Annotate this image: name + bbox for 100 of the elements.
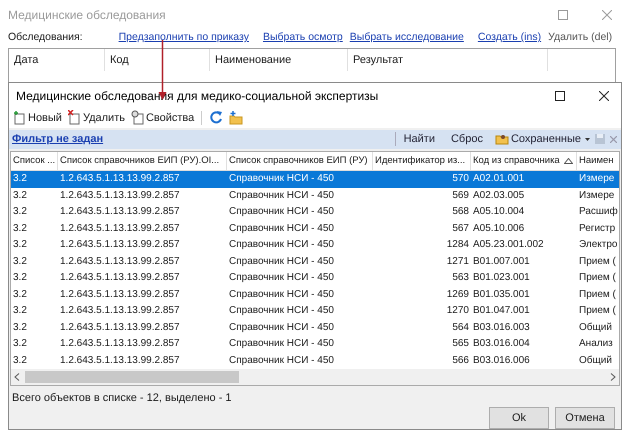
table-row[interactable]: 3.2 1.2.643.5.1.13.13.99.2.857 Справочник НСИ - 450 565 B03.016.004 Анализ	[11, 336, 619, 353]
table-cell: Регистр	[579, 222, 616, 234]
table-cell: 3.2	[13, 272, 27, 284]
maximize-icon	[555, 90, 565, 101]
table-row[interactable]: 3.2 1.2.643.5.1.13.13.99.2.857 Справочник НСИ - 450 569 A02.03.005 Измере	[11, 188, 619, 204]
table-cell: A02.01.001	[473, 173, 524, 184]
toolbar-button[interactable]: Свойства	[128, 108, 196, 127]
table-cell: 1.2.643.5.1.13.13.99.2.857	[60, 305, 180, 316]
table-cell: A05.10.006	[473, 222, 524, 234]
filter-button[interactable]: Найти	[396, 131, 443, 148]
table-cell: 564	[452, 322, 469, 333]
link[interactable]: Предзаполнить по приказу	[118, 30, 249, 46]
scrollbar-thumb[interactable]	[25, 371, 239, 384]
table-cell: Измере	[579, 173, 614, 184]
table-cell: Справочник НСИ - 450	[229, 322, 334, 333]
table-row[interactable]: 3.2 1.2.643.5.1.13.13.99.2.857 Справочник НСИ - 450 1271 B01.007.001 Прием (	[11, 254, 619, 270]
table-cell: 1.2.643.5.1.13.13.99.2.857	[60, 288, 180, 300]
table-cell: 1.2.643.5.1.13.13.99.2.857	[60, 272, 180, 284]
status-text: Всего объектов в списке - 12, выделено - 1	[12, 392, 232, 404]
column-header[interactable]: Список ...	[11, 152, 58, 170]
column-header[interactable]: Результат	[348, 54, 404, 66]
table-row[interactable]: 3.2 1.2.643.5.1.13.13.99.2.857 Справочник НСИ - 450 1269 B01.035.001 Прием (	[11, 286, 619, 304]
table-cell: Справочник НСИ - 450	[229, 239, 334, 250]
table-cell: 1.2.643.5.1.13.13.99.2.857	[60, 322, 180, 333]
table-cell: B01.023.001	[473, 272, 530, 284]
table-cell: 1271	[446, 256, 469, 267]
table-cell: B03.016.006	[473, 354, 530, 366]
close-icon	[599, 90, 609, 101]
table-cell: 1.2.643.5.1.13.13.99.2.857	[60, 256, 180, 267]
filter-link[interactable]: Фильтр не задан	[12, 131, 104, 148]
table-row[interactable]: 3.2 1.2.643.5.1.13.13.99.2.857 Справочник НСИ - 450 564 B03.016.003 Общий	[11, 320, 619, 336]
column-header[interactable]: Дата	[9, 54, 38, 66]
table-cell: 3.2	[13, 322, 27, 333]
table-cell: 1269	[446, 288, 469, 300]
table-row[interactable]: 3.2 1.2.643.5.1.13.13.99.2.857 Справочник НСИ - 450 570 A02.01.001 Измере	[11, 171, 619, 188]
column-header[interactable]: Код	[105, 54, 129, 66]
table-cell: Справочник НСИ - 450	[229, 354, 334, 366]
table-cell: 1284	[446, 239, 469, 250]
table-cell: 565	[452, 338, 469, 350]
column-header[interactable]: Наимен	[577, 152, 619, 170]
table-cell: Справочник НСИ - 450	[229, 272, 334, 284]
table-cell: 570	[452, 173, 469, 184]
table-cell: 566	[452, 354, 469, 366]
table-cell: 569	[452, 190, 469, 201]
table-row[interactable]: 3.2 1.2.643.5.1.13.13.99.2.857 Справочник НСИ - 450 567 A05.10.006 Регистр	[11, 220, 619, 238]
table-cell: B01.047.001	[473, 305, 530, 316]
folder-icon	[229, 110, 244, 126]
toolbar-button[interactable]	[227, 108, 246, 127]
window-title: Медицинские обследования	[8, 7, 166, 24]
caret-icon	[585, 138, 590, 141]
link[interactable]: Создать (ins)	[478, 30, 542, 46]
table-row[interactable]: 3.2 1.2.643.5.1.13.13.99.2.857 Справочник НСИ - 450 1270 B01.047.001 Прием (	[11, 303, 619, 320]
table-cell: Справочник НСИ - 450	[229, 305, 334, 316]
column-header[interactable]: Список справочников ЕИП (РУ)	[227, 152, 373, 170]
table-cell: 1.2.643.5.1.13.13.99.2.857	[60, 206, 180, 218]
table-cell: Справочник НСИ - 450	[229, 190, 334, 201]
table-cell: Прием (	[579, 272, 616, 284]
toolbar-button[interactable]: Удалить	[66, 108, 127, 127]
saved-filters-button[interactable]: Сохраненные	[490, 131, 585, 148]
table-cell: 3.2	[13, 338, 27, 350]
toolbar-button[interactable]: Новый	[11, 108, 64, 127]
column-header[interactable]: Наименование	[210, 54, 292, 66]
close-icon	[610, 136, 617, 143]
dialog-button[interactable]: Ok	[489, 406, 549, 429]
table-cell: Прием (	[579, 288, 616, 300]
column-header[interactable]: Код из справочника	[471, 152, 577, 170]
table-cell: 1.2.643.5.1.13.13.99.2.857	[60, 222, 180, 234]
table-cell: Прием (	[579, 305, 616, 316]
table-cell: A02.03.005	[473, 190, 524, 201]
table-cell: 1.2.643.5.1.13.13.99.2.857	[60, 190, 180, 201]
table-cell: Измере	[579, 190, 614, 201]
maximize-icon	[558, 10, 568, 20]
table-cell: Расшиф	[579, 206, 618, 218]
link[interactable]: Выбрать осмотр	[262, 30, 343, 46]
table-cell: Справочник НСИ - 450	[229, 206, 334, 218]
table-cell: 1.2.643.5.1.13.13.99.2.857	[60, 239, 180, 250]
filter-button[interactable]: Сброс	[442, 131, 491, 148]
table-cell: Справочник НСИ - 450	[229, 288, 334, 300]
dialog-button[interactable]: Отмена	[555, 406, 615, 429]
table-row[interactable]: 3.2 1.2.643.5.1.13.13.99.2.857 Справочник НСИ - 450 563 B01.023.001 Прием (	[11, 270, 619, 287]
link[interactable]: Выбрать исследование	[350, 30, 464, 46]
table-cell: 568	[452, 206, 469, 218]
scrollbar[interactable]	[11, 369, 619, 385]
table-cell: 3.2	[13, 239, 27, 250]
table-cell: 567	[452, 222, 469, 234]
table-cell: Прием (	[579, 256, 616, 267]
sort-ascending-icon	[564, 158, 573, 164]
folder-icon	[494, 133, 509, 146]
table-cell: 563	[452, 272, 469, 284]
table-cell: B03.016.004	[473, 338, 530, 350]
column-header[interactable]: Список справочников ЕИП (РУ).OI...	[58, 152, 227, 170]
table-row[interactable]: 3.2 1.2.643.5.1.13.13.99.2.857 Справочник НСИ - 450 1284 A05.23.001.002 Электро	[11, 237, 619, 254]
section-label: Обследования:	[8, 30, 83, 46]
table-cell: Справочник НСИ - 450	[229, 173, 334, 184]
column-header[interactable]: Идентификатор из...	[373, 152, 471, 170]
table-cell: Справочник НСИ - 450	[229, 222, 334, 234]
table-cell: Общий	[579, 322, 612, 333]
table-cell: 1.2.643.5.1.13.13.99.2.857	[60, 338, 180, 350]
table-row[interactable]: 3.2 1.2.643.5.1.13.13.99.2.857 Справочник НСИ - 450 566 B03.016.006 Общий	[11, 352, 619, 370]
table-row[interactable]: 3.2 1.2.643.5.1.13.13.99.2.857 Справочник НСИ - 450 568 A05.10.004 Расшиф	[11, 204, 619, 221]
